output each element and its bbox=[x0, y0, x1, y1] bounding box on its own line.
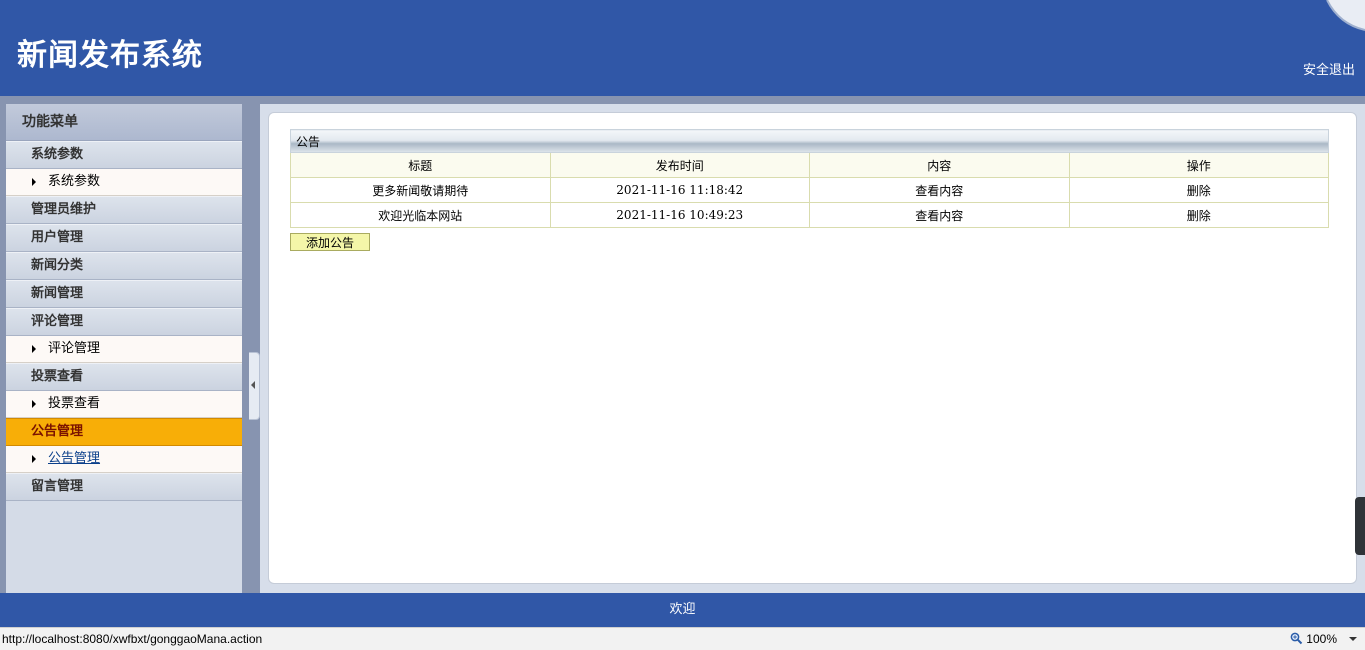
table-row: 更多新闻敬请期待 2021-11-16 11:18:42 查看内容 删除 bbox=[290, 177, 1329, 203]
menu-item-label: 公告管理 bbox=[48, 451, 101, 466]
menu-item-system-params[interactable]: 系统参数 bbox=[6, 169, 242, 196]
menu-group-news[interactable]: 新闻管理 bbox=[6, 280, 242, 308]
header-bar: 新闻发布系统 安全退出 bbox=[0, 0, 1365, 96]
menu-item-announcements[interactable]: 公告管理 bbox=[6, 446, 242, 473]
delete-link[interactable]: 删除 bbox=[1068, 177, 1329, 203]
column-header-title: 标题 bbox=[290, 152, 551, 178]
zoom-control[interactable]: 100% bbox=[1290, 628, 1337, 650]
cell-title: 更多新闻敬请期待 bbox=[290, 177, 551, 203]
delete-link[interactable]: 删除 bbox=[1068, 202, 1329, 228]
menu-item-label: 投票查看 bbox=[48, 396, 101, 411]
cell-time: 2021-11-16 11:18:42 bbox=[549, 177, 810, 203]
logout-link[interactable]: 安全退出 bbox=[1303, 59, 1355, 78]
side-widget-handle[interactable] bbox=[1355, 497, 1365, 555]
status-url: http://localhost:8080/xwfbxt/gonggaoMana… bbox=[2, 632, 263, 646]
menu-item-comments[interactable]: 评论管理 bbox=[6, 336, 242, 363]
sidebar-collapse-handle[interactable] bbox=[249, 352, 260, 420]
triangle-right-icon bbox=[32, 177, 36, 186]
announcement-table: 公告 标题 发布时间 内容 操作 更多新闻敬请期待 2021-11-16 11:… bbox=[290, 129, 1329, 228]
sidebar: 功能菜单 系统参数 系统参数 管理员维护 用户管理 新闻分类 新闻管理 评论管理… bbox=[6, 104, 242, 593]
menu-group-admin[interactable]: 管理员维护 bbox=[6, 196, 242, 224]
zoom-level: 100% bbox=[1306, 632, 1337, 646]
view-content-link[interactable]: 查看内容 bbox=[809, 177, 1070, 203]
add-announcement-button[interactable]: 添加公告 bbox=[290, 233, 370, 251]
triangle-right-icon bbox=[32, 344, 36, 353]
browser-status-bar: http://localhost:8080/xwfbxt/gonggaoMana… bbox=[0, 627, 1365, 650]
menu-group-messages[interactable]: 留言管理 bbox=[6, 473, 242, 501]
menu-item-votes[interactable]: 投票查看 bbox=[6, 391, 242, 418]
triangle-right-icon bbox=[32, 454, 36, 463]
menu-group-announcements[interactable]: 公告管理 bbox=[6, 418, 242, 446]
menu-group-system-params[interactable]: 系统参数 bbox=[6, 141, 242, 169]
zoom-magnifier-icon bbox=[1290, 632, 1303, 645]
chevron-left-icon bbox=[251, 381, 255, 389]
footer: 欢迎 bbox=[0, 593, 1365, 627]
app-title: 新闻发布系统 bbox=[17, 38, 203, 73]
cell-title: 欢迎光临本网站 bbox=[290, 202, 551, 228]
menu-group-users[interactable]: 用户管理 bbox=[6, 224, 242, 252]
column-header-action: 操作 bbox=[1068, 152, 1329, 178]
view-content-link[interactable]: 查看内容 bbox=[809, 202, 1070, 228]
table-row: 欢迎光临本网站 2021-11-16 10:49:23 查看内容 删除 bbox=[290, 202, 1329, 228]
corner-curl-icon bbox=[1326, 0, 1365, 31]
content-panel: 公告 标题 发布时间 内容 操作 更多新闻敬请期待 2021-11-16 11:… bbox=[268, 112, 1357, 584]
menu-item-label: 评论管理 bbox=[48, 341, 101, 356]
table-caption: 公告 bbox=[290, 129, 1329, 153]
triangle-right-icon bbox=[32, 399, 36, 408]
menu-group-news-category[interactable]: 新闻分类 bbox=[6, 252, 242, 280]
chevron-down-icon[interactable] bbox=[1349, 637, 1357, 641]
sidebar-title: 功能菜单 bbox=[6, 104, 242, 141]
menu-group-votes[interactable]: 投票查看 bbox=[6, 363, 242, 391]
menu-group-comments[interactable]: 评论管理 bbox=[6, 308, 242, 336]
cell-time: 2021-11-16 10:49:23 bbox=[549, 202, 810, 228]
main-area: 公告 标题 发布时间 内容 操作 更多新闻敬请期待 2021-11-16 11:… bbox=[260, 104, 1365, 593]
table-caption-row: 公告 bbox=[290, 129, 1329, 153]
table-header-row: 标题 发布时间 内容 操作 bbox=[290, 152, 1329, 178]
column-header-time: 发布时间 bbox=[549, 152, 810, 178]
column-header-content: 内容 bbox=[809, 152, 1070, 178]
menu-item-label: 系统参数 bbox=[48, 174, 101, 189]
